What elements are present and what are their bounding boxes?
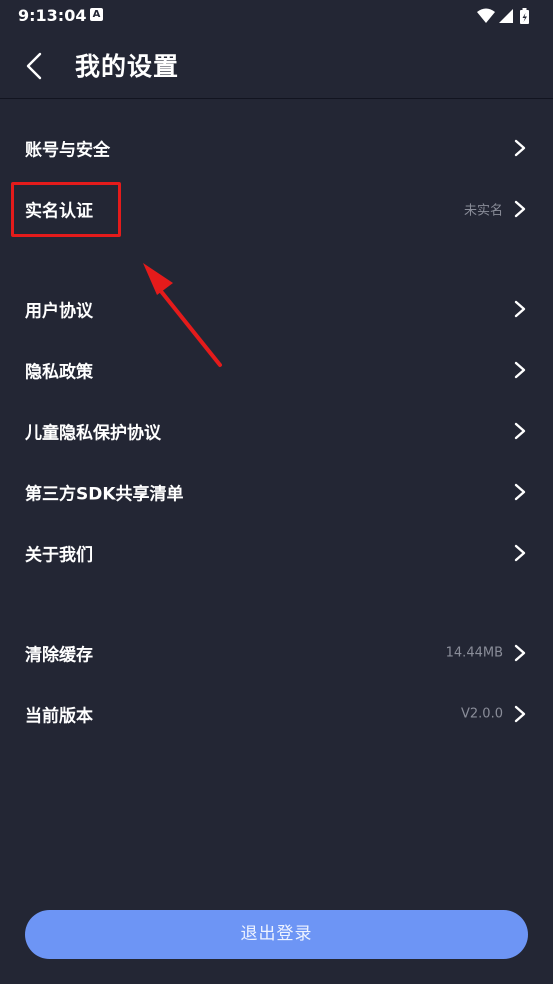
chevron-right-icon xyxy=(514,361,526,379)
logout-button[interactable]: 退出登录 xyxy=(25,910,528,959)
chevron-right-icon xyxy=(514,644,526,662)
settings-row-account-security[interactable]: 账号与安全 xyxy=(0,118,553,178)
row-label: 清除缓存 xyxy=(25,645,93,666)
chevron-right-icon xyxy=(514,483,526,501)
status-time: 9:13:04 xyxy=(18,6,87,25)
row-label: 当前版本 xyxy=(25,706,93,727)
row-label: 用户协议 xyxy=(25,301,93,322)
chevron-right-icon xyxy=(514,705,526,723)
settings-screen: 9:13:04 A 我的设置 账号与安全 实名认证 未实名 用户协议 隐私政策 … xyxy=(0,0,553,984)
signal-icon xyxy=(499,9,513,23)
settings-row-current-version[interactable]: 当前版本 V2.0.0 xyxy=(0,684,553,744)
real-name-status: 未实名 xyxy=(463,203,503,219)
status-bar: 9:13:04 A xyxy=(0,0,553,32)
row-label: 关于我们 xyxy=(25,545,93,566)
chevron-left-icon xyxy=(26,52,42,80)
settings-row-about-us[interactable]: 关于我们 xyxy=(0,523,553,583)
status-icons xyxy=(475,6,535,26)
wifi-icon xyxy=(477,8,495,23)
version-number: V2.0.0 xyxy=(461,706,503,722)
row-label: 第三方SDK共享清单 xyxy=(25,484,184,505)
chevron-right-icon xyxy=(514,422,526,440)
back-button[interactable] xyxy=(14,46,54,86)
chevron-right-icon xyxy=(514,300,526,318)
settings-row-third-party-sdk[interactable]: 第三方SDK共享清单 xyxy=(0,462,553,522)
page-title: 我的设置 xyxy=(75,52,180,81)
row-label: 儿童隐私保护协议 xyxy=(25,423,161,444)
chevron-right-icon xyxy=(514,139,526,157)
annotation-highlight-box xyxy=(11,182,121,237)
settings-row-privacy-policy[interactable]: 隐私政策 xyxy=(0,340,553,400)
chevron-right-icon xyxy=(514,200,526,218)
annotation-arrow-icon xyxy=(143,263,222,367)
settings-row-child-privacy[interactable]: 儿童隐私保护协议 xyxy=(0,401,553,461)
page-header: 我的设置 xyxy=(0,32,553,99)
notification-a-icon: A xyxy=(90,8,103,21)
wifi-battery-icons xyxy=(477,8,529,24)
row-label: 隐私政策 xyxy=(25,362,93,383)
chevron-right-icon xyxy=(514,544,526,562)
cache-size: 14.44MB xyxy=(445,645,503,661)
row-label: 账号与安全 xyxy=(25,140,110,161)
settings-row-clear-cache[interactable]: 清除缓存 14.44MB xyxy=(0,623,553,683)
settings-row-user-agreement[interactable]: 用户协议 xyxy=(0,279,553,339)
